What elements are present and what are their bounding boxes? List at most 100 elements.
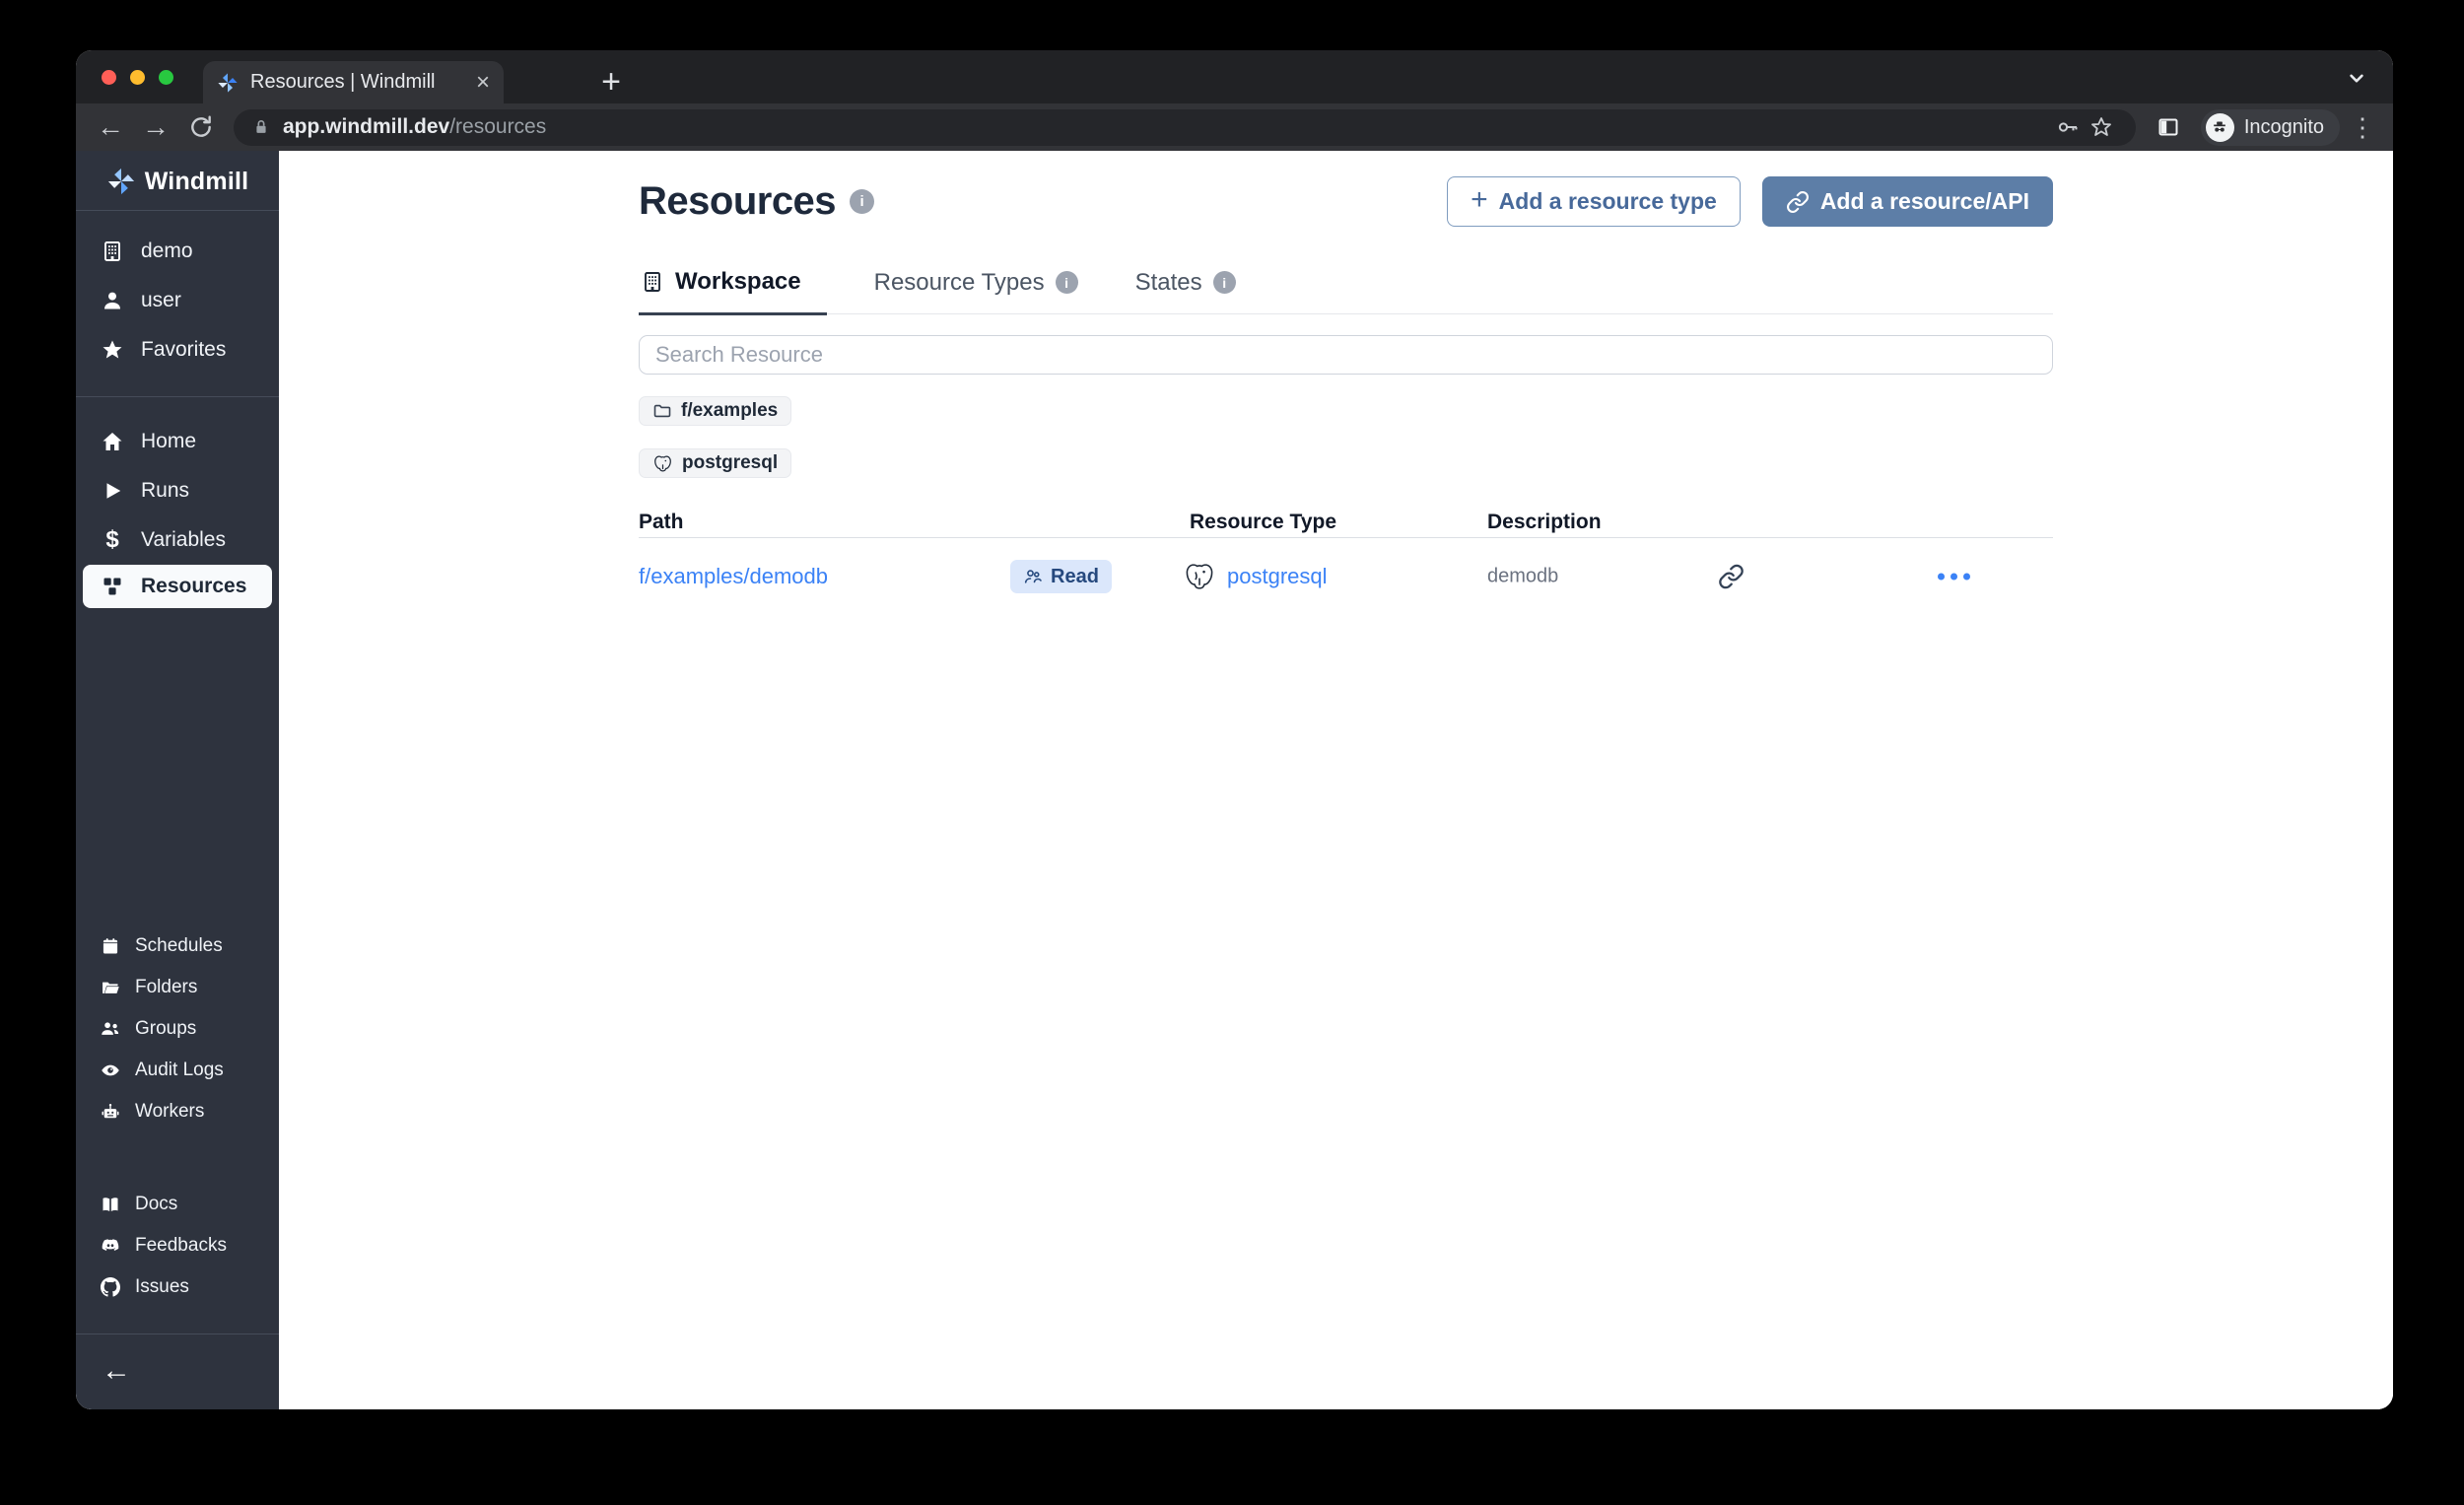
- sidebar-item-label: Folders: [135, 977, 197, 998]
- mac-maximize-button[interactable]: [159, 70, 173, 85]
- sidebar-item-label: Runs: [141, 479, 189, 503]
- folder-open-icon: [100, 978, 121, 997]
- users-icon: [1023, 567, 1043, 586]
- incognito-label: Incognito: [2244, 116, 2324, 139]
- forward-icon[interactable]: →: [137, 108, 174, 146]
- browser-tab[interactable]: Resources | Windmill ×: [203, 61, 504, 103]
- side-panel-icon[interactable]: [2150, 108, 2187, 146]
- play-icon: [100, 480, 125, 502]
- filter-chip-folder[interactable]: f/examples: [639, 396, 791, 426]
- building-icon: [641, 270, 664, 294]
- permission-badge: Read: [1010, 560, 1112, 593]
- windmill-logo-icon: [106, 167, 136, 196]
- tab-workspace[interactable]: Workspace: [639, 262, 827, 315]
- sidebar: Windmill: [76, 151, 279, 1409]
- sidebar-item-audit-logs[interactable]: Audit Logs: [76, 1050, 279, 1091]
- url-path: /resources: [449, 115, 546, 139]
- sidebar-item-label: Groups: [135, 1018, 196, 1040]
- sidebar-item-label: Resources: [141, 575, 246, 598]
- add-resource-type-button[interactable]: + Add a resource type: [1447, 176, 1741, 227]
- users-icon: [100, 1019, 121, 1039]
- states-info-icon[interactable]: i: [1213, 271, 1236, 294]
- sidebar-item-label: Issues: [135, 1276, 189, 1298]
- dollar-icon: $: [100, 526, 125, 554]
- back-icon[interactable]: ←: [92, 108, 129, 146]
- sidebar-item-user[interactable]: user: [76, 276, 279, 325]
- plus-icon: +: [1471, 185, 1488, 215]
- book-icon: [100, 1195, 121, 1214]
- person-icon: [100, 289, 125, 312]
- sidebar-item-feedbacks[interactable]: Feedbacks: [76, 1225, 279, 1266]
- resource-path-link[interactable]: f/examples/demodb: [639, 564, 828, 589]
- column-header-resource-type: Resource Type: [1190, 511, 1336, 534]
- sidebar-item-label: Audit Logs: [135, 1060, 224, 1081]
- calendar-icon: [100, 936, 121, 956]
- reload-icon[interactable]: [182, 108, 220, 146]
- sidebar-item-groups[interactable]: Groups: [76, 1008, 279, 1050]
- sidebar-item-label: Schedules: [135, 935, 223, 957]
- column-header-path: Path: [639, 511, 684, 534]
- discord-icon: [100, 1236, 121, 1256]
- resources-table: Path Resource Type Description f/example…: [639, 511, 2053, 615]
- title-info-icon[interactable]: i: [850, 189, 874, 214]
- add-resource-api-button[interactable]: Add a resource/API: [1762, 176, 2053, 227]
- sidebar-item-folders[interactable]: Folders: [76, 967, 279, 1008]
- new-tab-button[interactable]: +: [591, 62, 631, 102]
- star-icon: [100, 338, 125, 362]
- filter-chip-postgresql[interactable]: postgresql: [639, 448, 791, 478]
- incognito-badge: Incognito: [2201, 109, 2340, 146]
- sidebar-item-schedules[interactable]: Schedules: [76, 925, 279, 967]
- sidebar-item-docs[interactable]: Docs: [76, 1184, 279, 1225]
- mac-minimize-button[interactable]: [130, 70, 145, 85]
- url-host: app.windmill.dev: [283, 115, 449, 139]
- tab-strip: Resources | Windmill × +: [76, 50, 2393, 103]
- lock-icon: [251, 117, 271, 137]
- boxes-icon: [100, 575, 125, 598]
- sidebar-item-label: Home: [141, 430, 196, 453]
- building-icon: [100, 239, 125, 263]
- resource-types-info-icon[interactable]: i: [1056, 271, 1078, 294]
- sidebar-item-label: Feedbacks: [135, 1235, 227, 1257]
- browser-menu-icon[interactable]: ⋮: [2348, 112, 2377, 143]
- address-bar[interactable]: app.windmill.dev/resources: [234, 109, 2136, 146]
- page-tabs: Workspace Resource Types i States i: [639, 262, 2053, 314]
- table-row: f/examples/demodb Read: [639, 538, 2053, 615]
- tab-states[interactable]: States i: [1133, 262, 1246, 313]
- windmill-brand[interactable]: Windmill: [76, 151, 279, 210]
- sidebar-item-workers[interactable]: Workers: [76, 1091, 279, 1132]
- home-icon: [100, 430, 125, 453]
- close-tab-icon[interactable]: ×: [476, 71, 490, 95]
- sidebar-item-home[interactable]: Home: [76, 417, 279, 466]
- password-key-icon[interactable]: [2051, 115, 2085, 139]
- main-content: Resources i + Add a resource type: [279, 151, 2393, 1409]
- sidebar-item-label: Variables: [141, 528, 226, 552]
- column-header-description: Description: [1487, 511, 1602, 534]
- folder-icon: [652, 401, 672, 421]
- sidebar-item-workspace-demo[interactable]: demo: [76, 227, 279, 276]
- sidebar-item-resources[interactable]: Resources: [83, 565, 272, 608]
- link-icon: [1786, 190, 1810, 214]
- mac-close-button[interactable]: [102, 70, 116, 85]
- sidebar-item-variables[interactable]: $ Variables: [76, 515, 279, 565]
- resource-type-link[interactable]: postgresql: [1227, 564, 1328, 589]
- sidebar-item-label: Docs: [135, 1194, 177, 1215]
- incognito-icon: [2206, 113, 2234, 142]
- traffic-lights: [102, 70, 173, 85]
- sidebar-item-label: demo: [141, 239, 193, 263]
- tab-title: Resources | Windmill: [250, 71, 435, 94]
- github-icon: [100, 1277, 121, 1297]
- sidebar-item-runs[interactable]: Runs: [76, 466, 279, 515]
- tab-resource-types[interactable]: Resource Types i: [872, 262, 1088, 313]
- page-title: Resources: [639, 179, 836, 224]
- chevron-down-icon[interactable]: [2344, 65, 2369, 91]
- copy-link-icon[interactable]: [1718, 564, 1745, 590]
- sidebar-item-issues[interactable]: Issues: [76, 1266, 279, 1308]
- bookmark-star-icon[interactable]: [2085, 115, 2118, 139]
- brand-label: Windmill: [145, 168, 249, 196]
- row-actions-menu-icon[interactable]: [1938, 574, 1970, 581]
- postgres-icon: [1183, 560, 1216, 593]
- sidebar-item-favorites[interactable]: Favorites: [76, 325, 279, 375]
- browser-window: Resources | Windmill × + ← → app.windmil…: [76, 50, 2393, 1409]
- search-input[interactable]: [639, 335, 2053, 375]
- collapse-sidebar-icon[interactable]: ←: [102, 1356, 131, 1386]
